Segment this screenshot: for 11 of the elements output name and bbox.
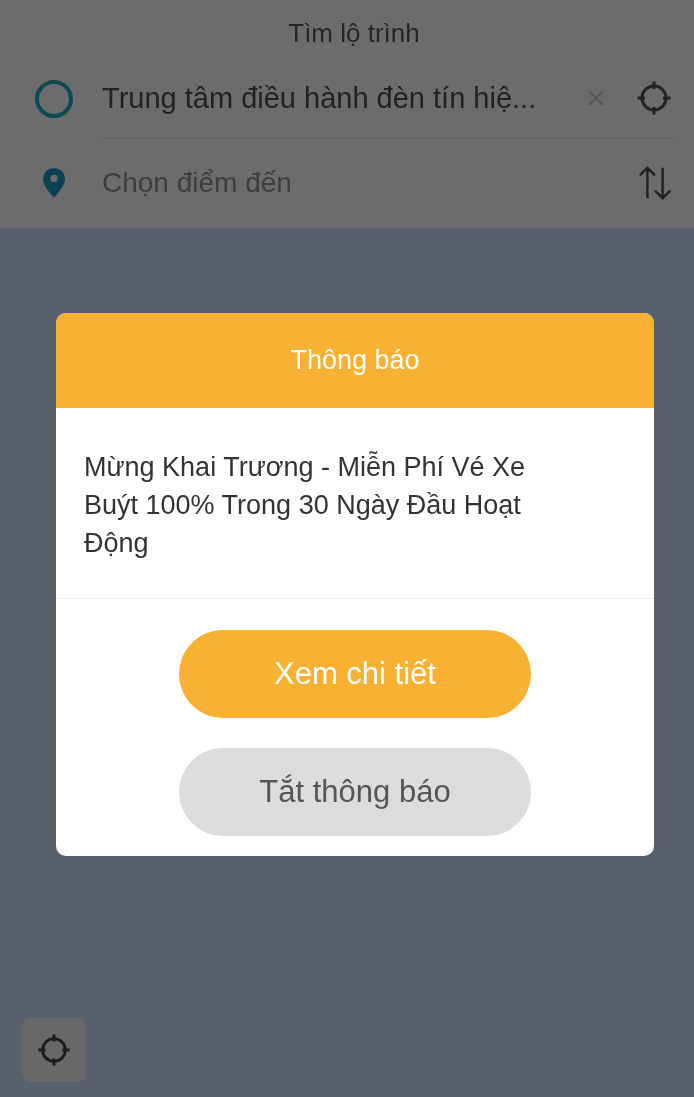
crosshair-icon (37, 1033, 71, 1067)
dialog-title: Thông báo (290, 344, 420, 378)
origin-field[interactable]: Trung tâm điều hành đèn tín hiệ... (102, 76, 578, 120)
pin-icon (43, 168, 65, 199)
crosshair-icon (636, 80, 672, 117)
dialog-message: Mừng Khai Trương - Miễn Phí Vé Xe Buýt 100% Trong 30 Ngày Đầu Hoạt Động (84, 450, 527, 560)
swap-arrows-icon[interactable] (636, 164, 674, 203)
page-title: Tìm lộ trình (288, 17, 420, 50)
details-button[interactable]: Xem chi tiết (179, 630, 531, 718)
my-location-button[interactable] (22, 1018, 86, 1082)
dismiss-button[interactable]: Tắt thông báo (179, 748, 531, 836)
